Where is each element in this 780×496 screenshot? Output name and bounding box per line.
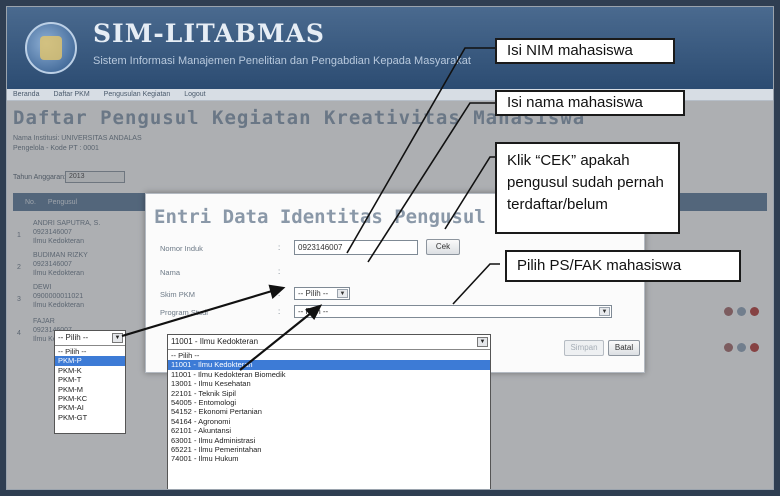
- prodi-arrow-line: [239, 312, 312, 371]
- cek-connector: [444, 156, 495, 230]
- psfak-connector: [452, 263, 500, 305]
- callout-connectors: [121, 47, 500, 371]
- skim-arrowhead: [268, 284, 286, 300]
- prodi-arrowhead: [305, 304, 323, 320]
- callout-nim: Isi NIM mahasiswa: [495, 38, 675, 64]
- callout-psfak: Pilih PS/FAK mahasiswa: [505, 250, 741, 282]
- callout-nama: Isi nama mahasiswa: [495, 90, 685, 116]
- skim-arrow-line: [121, 289, 273, 338]
- callout-cek: Klik “CEK” apakah pengusul sudah pernah …: [495, 142, 680, 234]
- nim-connector: [346, 47, 495, 254]
